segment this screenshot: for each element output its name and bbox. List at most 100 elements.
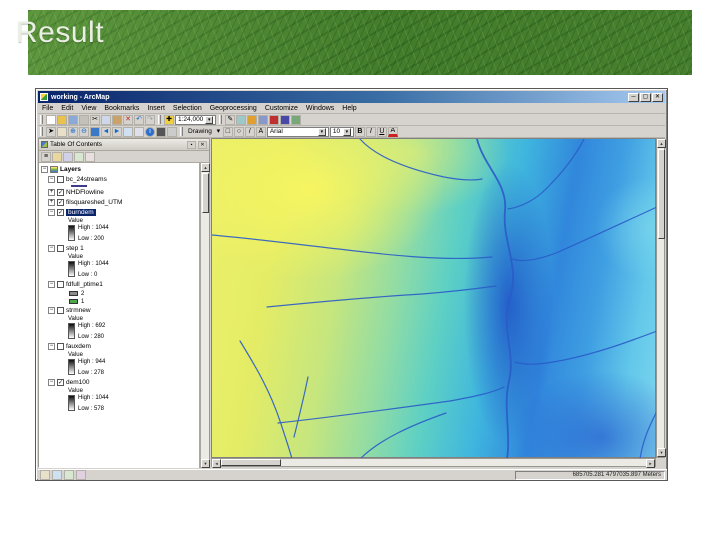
new-document-icon[interactable]: [46, 114, 56, 125]
expander-icon[interactable]: −: [48, 307, 55, 314]
search-icon[interactable]: [258, 114, 269, 125]
scroll-down-icon[interactable]: ▼: [657, 448, 666, 457]
editor-pencil-icon[interactable]: ✎: [225, 114, 236, 125]
toc-options-icon[interactable]: [85, 151, 95, 162]
scroll-up-icon[interactable]: ▲: [657, 139, 666, 148]
open-folder-icon[interactable]: [57, 114, 67, 125]
go-to-xy-icon[interactable]: [167, 126, 177, 137]
toolbar-grip[interactable]: [219, 115, 223, 124]
attribute-table-icon[interactable]: [236, 114, 247, 125]
bold-button[interactable]: B: [354, 126, 365, 137]
select-arrow-icon[interactable]: ➤: [46, 126, 56, 137]
toc-layer-row[interactable]: + ✓ NHDFlowline: [39, 188, 199, 197]
arctoolbox-icon[interactable]: [269, 114, 280, 125]
modelbuilder-icon[interactable]: [291, 114, 302, 125]
layer-checkbox[interactable]: [57, 176, 64, 183]
list-by-selection-icon[interactable]: [74, 151, 84, 162]
map-viewport[interactable]: [211, 138, 657, 459]
list-by-drawing-order-icon[interactable]: ≡: [41, 151, 51, 162]
menu-help[interactable]: Help: [338, 105, 360, 112]
minimize-button[interactable]: ─: [628, 92, 639, 102]
add-data-icon[interactable]: ✚: [164, 114, 174, 125]
expander-icon[interactable]: −: [48, 176, 55, 183]
toc-layer-row[interactable]: + ✓ filsquareshed_UTM: [39, 198, 199, 207]
draw-text-icon[interactable]: [76, 470, 86, 480]
italic-button[interactable]: I: [365, 126, 376, 137]
font-size-combo[interactable]: 10 ▾: [329, 126, 354, 137]
python-icon[interactable]: [280, 114, 291, 125]
expander-icon[interactable]: −: [48, 245, 55, 252]
underline-button[interactable]: U: [376, 126, 387, 137]
list-by-source-icon[interactable]: [52, 151, 62, 162]
toc-layer-row[interactable]: − ✓ burndem: [39, 208, 199, 217]
close-icon[interactable]: ✕: [198, 140, 207, 149]
layer-checkbox[interactable]: ✓: [57, 379, 64, 386]
toc-layer-row[interactable]: − step 1: [39, 244, 199, 253]
toc-root-row[interactable]: − Layers: [39, 165, 199, 174]
layer-checkbox[interactable]: [57, 281, 64, 288]
close-button[interactable]: ✕: [652, 92, 663, 102]
toc-titlebar[interactable]: Table Of Contents ▪ ✕: [39, 139, 209, 151]
print-icon[interactable]: [79, 114, 89, 125]
layer-name[interactable]: NHDFlowline: [66, 189, 104, 196]
map-vertical-scrollbar[interactable]: ▲ ▼: [656, 138, 666, 458]
map-horizontal-scrollbar[interactable]: ◄ ►: [211, 458, 656, 468]
pan-hand-icon[interactable]: [57, 126, 67, 137]
layer-name[interactable]: step 1: [66, 245, 84, 252]
undo-icon[interactable]: ↶: [134, 114, 144, 125]
expander-icon[interactable]: +: [48, 189, 55, 196]
identify-icon[interactable]: i: [145, 126, 155, 137]
toc-layer-row[interactable]: − strmnew: [39, 306, 199, 315]
toc-layer-row[interactable]: − bc_24streams: [39, 175, 199, 184]
scroll-right-icon[interactable]: ►: [646, 459, 655, 468]
toc-scroll-thumb[interactable]: [202, 173, 209, 213]
chevron-down-icon[interactable]: ▾: [205, 115, 214, 124]
line-tool-icon[interactable]: /: [244, 126, 255, 137]
toolbar-grip[interactable]: [180, 127, 183, 136]
layer-checkbox[interactable]: ✓: [57, 189, 64, 196]
drawing-menu-label[interactable]: Drawing: [186, 128, 214, 135]
toc-layer-row[interactable]: − ✓ dem100: [39, 378, 199, 387]
scroll-up-icon[interactable]: ▲: [201, 163, 210, 172]
window-titlebar[interactable]: working - ArcMap ─ ▢ ✕: [38, 91, 665, 103]
menu-selection[interactable]: Selection: [169, 105, 206, 112]
menu-insert[interactable]: Insert: [143, 105, 169, 112]
catalog-icon[interactable]: [247, 114, 258, 125]
chevron-down-icon[interactable]: ▾: [317, 127, 326, 136]
scroll-left-icon[interactable]: ◄: [212, 459, 221, 468]
map-scale-combo[interactable]: 1:24,000 ▾: [175, 114, 217, 125]
list-by-visibility-icon[interactable]: [63, 151, 73, 162]
font-family-combo[interactable]: Arial ▾: [266, 126, 329, 137]
save-icon[interactable]: [68, 114, 78, 125]
layer-name[interactable]: filsquareshed_UTM: [66, 199, 122, 206]
toolbar-grip[interactable]: [40, 115, 43, 124]
cut-icon[interactable]: ✂: [90, 114, 100, 125]
paste-icon[interactable]: [112, 114, 122, 125]
draw-polygon-icon[interactable]: [64, 470, 74, 480]
menu-customize[interactable]: Customize: [261, 105, 302, 112]
menu-bookmarks[interactable]: Bookmarks: [100, 105, 143, 112]
layer-checkbox[interactable]: ✓: [57, 209, 64, 216]
zoom-out-icon[interactable]: ⊖: [79, 126, 89, 137]
zoom-in-icon[interactable]: ⊕: [68, 126, 78, 137]
toc-layer-row[interactable]: − fauxdem: [39, 342, 199, 351]
layer-checkbox[interactable]: [57, 245, 64, 252]
scroll-down-icon[interactable]: ▼: [201, 459, 210, 468]
menu-geoprocessing[interactable]: Geoprocessing: [206, 105, 261, 112]
expander-icon[interactable]: −: [48, 209, 55, 216]
layer-name-selected[interactable]: burndem: [66, 209, 96, 216]
expander-icon[interactable]: −: [48, 281, 55, 288]
forward-extent-icon[interactable]: ►: [112, 126, 122, 137]
text-tool-icon[interactable]: A: [255, 126, 266, 137]
back-extent-icon[interactable]: ◄: [101, 126, 111, 137]
menu-edit[interactable]: Edit: [57, 105, 77, 112]
draw-line-icon[interactable]: [52, 470, 62, 480]
layer-name[interactable]: strmnew: [66, 307, 91, 314]
toolbar-grip[interactable]: [158, 115, 161, 124]
menu-view[interactable]: View: [77, 105, 100, 112]
copy-icon[interactable]: [101, 114, 111, 125]
menu-windows[interactable]: Windows: [302, 105, 338, 112]
layer-name[interactable]: fdfull_ptime1: [66, 281, 103, 288]
clear-selection-icon[interactable]: [134, 126, 144, 137]
font-color-button[interactable]: A: [387, 126, 398, 137]
